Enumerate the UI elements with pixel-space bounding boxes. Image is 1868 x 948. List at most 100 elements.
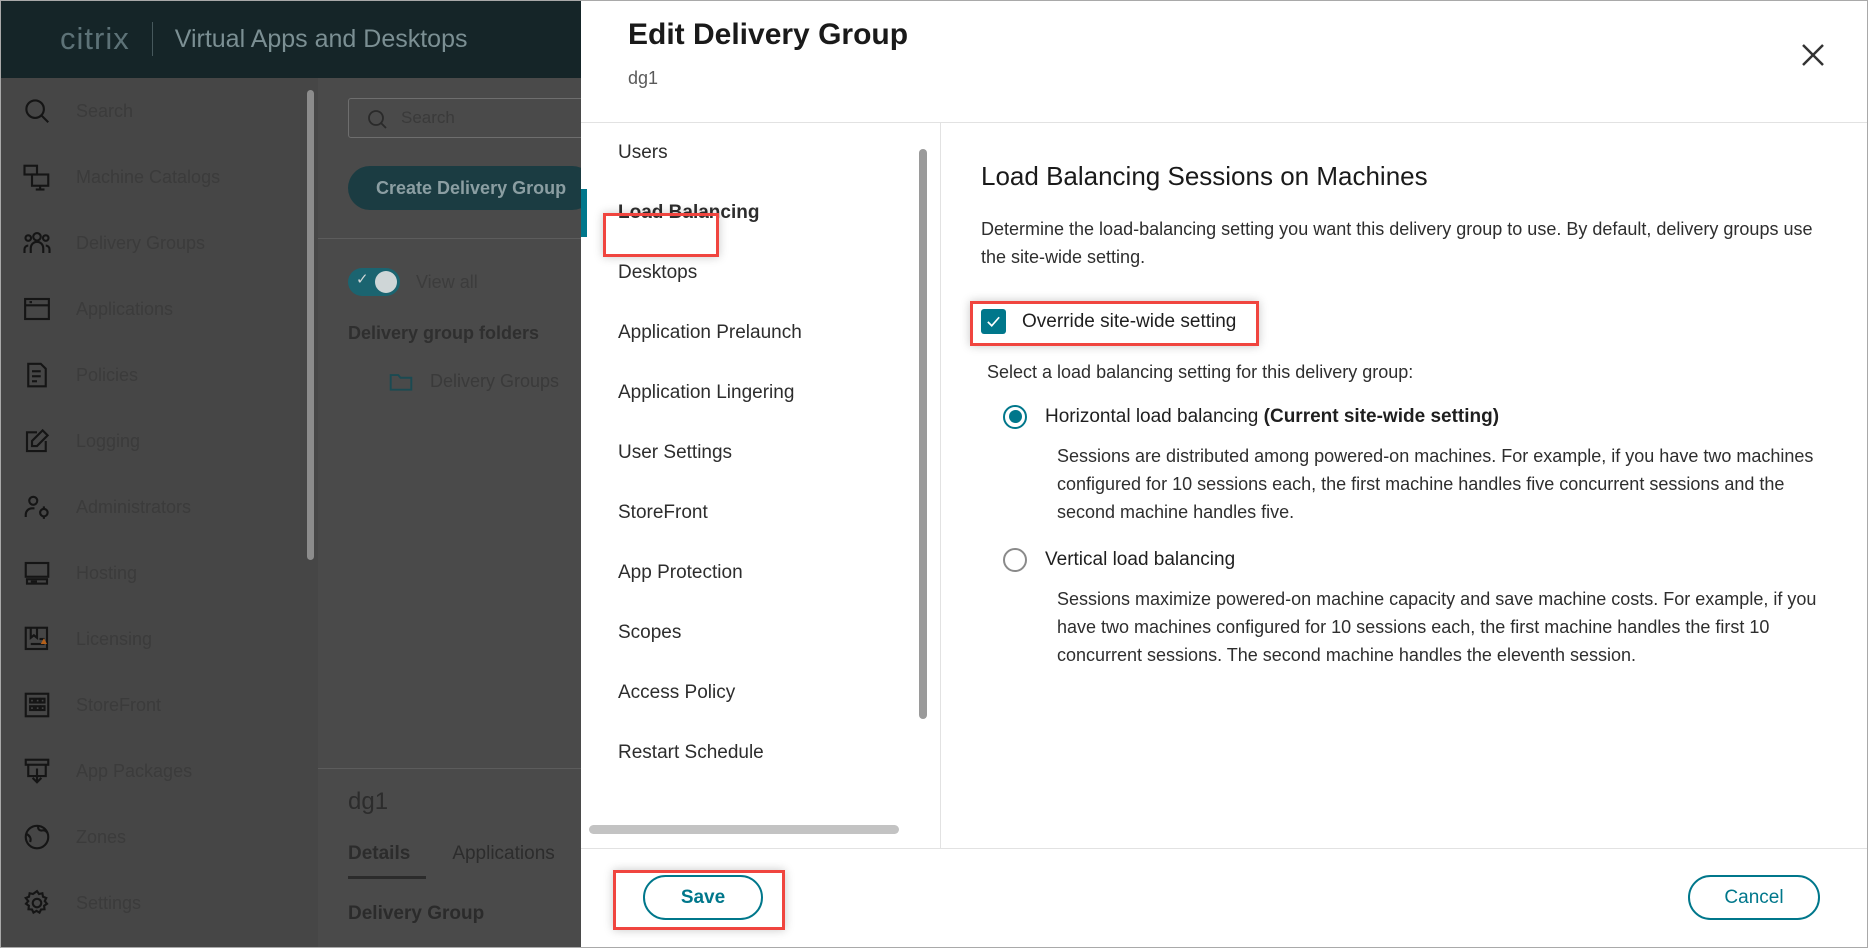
view-all-toggle[interactable] <box>348 268 400 296</box>
folder-icon <box>389 374 413 391</box>
sidebar-item-administrators[interactable]: Administrators <box>0 474 318 540</box>
sidebar-label: Machine Catalogs <box>76 166 221 187</box>
main-sidebar: Search Machine Catalogs Delivery Groups … <box>0 78 318 948</box>
tab-details[interactable]: Details <box>348 843 410 865</box>
sidebar-item-applications[interactable]: Applications <box>0 276 318 342</box>
delivery-group-folders-heading: Delivery group folders <box>348 323 540 343</box>
radio-vertical-description: Sessions maximize powered-on machine cap… <box>1057 589 1817 666</box>
tab-applications[interactable]: Applications <box>452 843 554 865</box>
dialog-title: Edit Delivery Group <box>628 18 909 51</box>
sidebar-item-app-packages[interactable]: App Packages <box>0 738 318 804</box>
sidebar-item-delivery-groups[interactable]: Delivery Groups <box>0 210 318 276</box>
sidebar-label: Delivery Groups <box>76 232 206 253</box>
sidebar-item-policies[interactable]: Policies <box>0 342 318 408</box>
policies-icon <box>20 358 54 392</box>
dialog-nav-item-restart-schedule[interactable]: Restart Schedule <box>581 723 941 783</box>
radio-row-vertical[interactable]: Vertical load balancing <box>1003 548 1828 573</box>
sidebar-item-settings[interactable]: Settings <box>0 870 318 936</box>
search-placeholder: Search <box>401 108 455 127</box>
override-site-wide-checkbox-row[interactable]: Override site-wide setting <box>981 302 1263 342</box>
logging-icon <box>20 424 54 458</box>
dialog-nav-item-storefront[interactable]: StoreFront <box>581 483 941 543</box>
administrators-icon <box>20 490 54 524</box>
sidebar-item-storefront[interactable]: StoreFront <box>0 672 318 738</box>
folder-label: Delivery Groups <box>430 370 560 391</box>
radio-horizontal-description: Sessions are distributed among powered-o… <box>1057 445 1814 522</box>
search-icon <box>20 94 54 128</box>
radio-horizontal-label-bold: (Current site-wide setting) <box>1263 405 1500 427</box>
create-delivery-group-label: Create Delivery Group <box>376 177 567 198</box>
hosting-icon <box>20 556 54 590</box>
dialog-nav-item-users[interactable]: Users <box>581 123 941 183</box>
dialog-nav-item-load-balancing[interactable]: Load Balancing <box>581 183 941 243</box>
details-section-heading: Delivery Group <box>348 903 485 924</box>
dialog-nav-column: Users Load Balancing Desktops Applicatio… <box>581 123 941 848</box>
radio-horizontal-load-balancing[interactable] <box>1003 404 1027 429</box>
dialog-nav-item-application-prelaunch[interactable]: Application Prelaunch <box>581 303 941 363</box>
dialog-header: Edit Delivery Group dg1 <box>581 0 1868 123</box>
sidebar-label: StoreFront <box>76 694 162 715</box>
tab-underline <box>348 876 426 879</box>
radio-vertical-label: Vertical load balancing <box>1045 549 1236 571</box>
sidebar-label: Applications <box>76 298 174 319</box>
sidebar-label: Administrators <box>76 496 192 517</box>
dialog-nav-item-desktops[interactable]: Desktops <box>581 243 941 303</box>
sidebar-item-search[interactable]: Search <box>0 78 318 144</box>
detail-tabs: Details Applications <box>348 843 555 865</box>
create-delivery-group-button[interactable]: Create Delivery Group <box>348 166 595 210</box>
sidebar-label: Hosting <box>76 562 138 583</box>
dialog-nav-horizontal-scrollbar[interactable] <box>589 825 899 834</box>
override-site-wide-checkbox[interactable] <box>981 309 1006 335</box>
settings-gear-icon <box>20 886 54 920</box>
folder-row-delivery-groups[interactable]: Delivery Groups <box>388 368 559 394</box>
dialog-nav-vertical-scrollbar[interactable] <box>919 149 927 719</box>
sidebar-label: Policies <box>76 364 139 385</box>
close-icon[interactable] <box>1794 36 1832 74</box>
product-title: Virtual Apps and Desktops <box>174 24 468 53</box>
pane-description: Determine the load-balancing setting you… <box>981 219 1813 267</box>
radio-horizontal-label-text: Horizontal load balancing <box>1045 405 1264 427</box>
citrix-logo: citrix <box>60 21 130 56</box>
screen: citrix Virtual Apps and Desktops Search … <box>0 0 1868 948</box>
radio-row-horizontal[interactable]: Horizontal load balancing (Current site-… <box>1003 404 1828 429</box>
view-all-label: View all <box>416 271 478 292</box>
view-all-toggle-row[interactable]: View all <box>348 268 478 296</box>
radio-horizontal-label: Horizontal load balancing (Current site-… <box>1045 406 1499 428</box>
check-icon <box>987 316 1000 328</box>
header-divider <box>151 22 153 56</box>
pane-heading: Load Balancing Sessions on Machines <box>981 161 1428 191</box>
dialog-subtitle: dg1 <box>628 68 659 88</box>
sidebar-item-licensing[interactable]: Licensing <box>0 606 318 672</box>
app-packages-icon <box>20 754 54 788</box>
save-button[interactable]: Save <box>643 875 763 920</box>
sidebar-item-zones[interactable]: Zones <box>0 804 318 870</box>
dialog-nav-item-application-lingering[interactable]: Application Lingering <box>581 363 941 423</box>
dialog-nav-list: Users Load Balancing Desktops Applicatio… <box>581 123 941 810</box>
sidebar-label: Logging <box>76 430 141 451</box>
sidebar-label: App Packages <box>76 760 193 781</box>
applications-icon <box>20 292 54 326</box>
zones-icon <box>20 820 54 854</box>
sidebar-item-machine-catalogs[interactable]: Machine Catalogs <box>0 144 318 210</box>
delivery-groups-icon <box>20 226 54 260</box>
sidebar-label: Search <box>76 100 134 121</box>
dialog-nav-item-scopes[interactable]: Scopes <box>581 603 941 663</box>
dialog-nav-item-access-policy[interactable]: Access Policy <box>581 663 941 723</box>
dialog-nav-item-app-protection[interactable]: App Protection <box>581 543 941 603</box>
edit-delivery-group-dialog: Edit Delivery Group dg1 Users Load Balan… <box>581 0 1868 948</box>
radio-vertical-load-balancing[interactable] <box>1003 548 1027 573</box>
sidebar-item-hosting[interactable]: Hosting <box>0 540 318 606</box>
sidebar-label: Zones <box>76 826 127 847</box>
dialog-footer: Save Cancel <box>581 848 1868 948</box>
sidebar-item-logging[interactable]: Logging <box>0 408 318 474</box>
dialog-body: Users Load Balancing Desktops Applicatio… <box>581 123 1868 848</box>
dialog-nav-item-user-settings[interactable]: User Settings <box>581 423 941 483</box>
cancel-button[interactable]: Cancel <box>1688 875 1820 920</box>
select-setting-lead: Select a load balancing setting for this… <box>987 361 1414 382</box>
storefront-icon <box>20 688 54 722</box>
sidebar-label: Licensing <box>76 628 153 649</box>
search-icon <box>368 110 387 129</box>
dialog-content-pane: Load Balancing Sessions on Machines Dete… <box>941 123 1868 848</box>
licensing-icon <box>20 622 54 656</box>
sidebar-scrollbar[interactable] <box>307 90 314 560</box>
